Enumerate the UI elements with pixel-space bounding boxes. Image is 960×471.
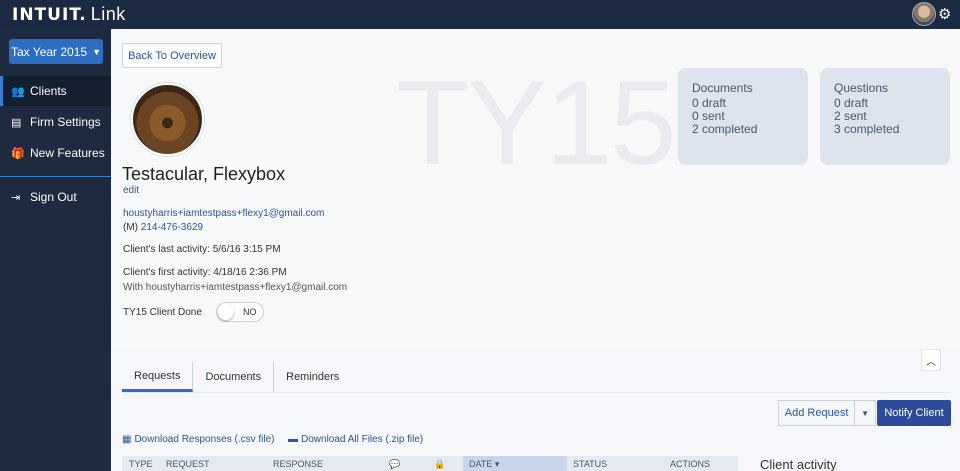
tab-documents[interactable]: Documents bbox=[193, 362, 275, 392]
table-icon: ▦ bbox=[122, 434, 132, 445]
comments-icon: 💬 bbox=[389, 459, 401, 469]
col-response[interactable]: RESPONSE bbox=[273, 459, 323, 469]
client-profile-panel: TY15 Back To Overview Testacular, Flexyb… bbox=[111, 29, 960, 347]
tax-year-watermark: TY15 bbox=[396, 56, 677, 190]
col-request[interactable]: REQUEST bbox=[166, 459, 210, 469]
tax-year-label: Tax Year 2015 bbox=[11, 44, 88, 59]
add-request-split-button: Add Request ▼ bbox=[778, 400, 876, 426]
col-date-label: DATE bbox=[469, 459, 493, 469]
chevron-up-icon: ︿ bbox=[926, 356, 936, 368]
phone-prefix: (M) bbox=[123, 222, 138, 233]
app-logo[interactable]: INTUIT. Link bbox=[12, 4, 126, 25]
download-files-label: Download All Files (.zip file) bbox=[301, 434, 424, 445]
caret-down-icon[interactable]: ▼ bbox=[854, 401, 875, 425]
sidebar-item-sign-out[interactable]: ⇥ Sign Out bbox=[0, 182, 111, 212]
card-title: Documents bbox=[692, 81, 753, 95]
download-responses-label: Download Responses (.csv file) bbox=[134, 434, 275, 445]
requests-table-header: TYPE REQUEST RESPONSE 💬 🔒 DATE ▾ STATUS … bbox=[122, 456, 738, 471]
main-content: TY15 Back To Overview Testacular, Flexyb… bbox=[111, 29, 960, 471]
client-name: Testacular, Flexybox bbox=[122, 164, 286, 184]
toggle-knob bbox=[218, 304, 234, 320]
col-actions: ACTIONS bbox=[670, 459, 711, 469]
sidebar-item-label: Clients bbox=[30, 84, 67, 98]
gear-icon[interactable]: ⚙ bbox=[938, 5, 951, 23]
sidebar-item-firm-settings[interactable]: ▤ Firm Settings bbox=[0, 107, 111, 137]
documents-completed: 2 completed bbox=[692, 122, 758, 136]
caret-down-icon: ▼ bbox=[92, 46, 101, 57]
questions-summary-card: Questions 0 draft 2 sent 3 completed bbox=[820, 68, 950, 165]
user-avatar[interactable] bbox=[912, 2, 936, 26]
col-type[interactable]: TYPE bbox=[129, 459, 153, 469]
gift-icon: 🎁 bbox=[11, 147, 25, 160]
building-icon: ▤ bbox=[11, 116, 22, 129]
col-date[interactable]: DATE ▾ bbox=[463, 456, 567, 471]
sort-down-icon: ▾ bbox=[494, 459, 500, 469]
client-email-link[interactable]: houstyharris+iamtestpass+flexy1@gmail.co… bbox=[123, 208, 324, 219]
sidebar-divider bbox=[0, 176, 111, 177]
client-phone-link[interactable]: 214-476-3629 bbox=[141, 222, 203, 233]
client-done-label: TY15 Client Done bbox=[123, 307, 202, 318]
app-name: Link bbox=[90, 4, 126, 24]
last-activity: Client's last activity: 5/6/16 3:15 PM bbox=[123, 244, 281, 255]
client-activity-title: Client activity bbox=[760, 457, 837, 471]
brand-name: INTUIT. bbox=[12, 5, 87, 25]
sidebar-item-label: Sign Out bbox=[30, 190, 77, 204]
sidebar-item-label: New Features bbox=[30, 146, 105, 160]
tab-requests[interactable]: Requests bbox=[122, 362, 194, 392]
top-navbar: INTUIT. Link ⚙ bbox=[0, 0, 960, 29]
card-title: Questions bbox=[834, 81, 889, 95]
sidebar: Tax Year 2015 ▼ 👥 Clients ▤ Firm Setting… bbox=[0, 29, 111, 471]
client-done-toggle[interactable]: NO bbox=[216, 302, 264, 322]
tabs-divider bbox=[122, 392, 949, 393]
questions-completed: 3 completed bbox=[834, 122, 900, 136]
sidebar-item-clients[interactable]: 👥 Clients bbox=[0, 76, 111, 106]
toggle-state: NO bbox=[243, 307, 257, 317]
edit-client-link[interactable]: edit bbox=[123, 185, 139, 196]
download-responses-link[interactable]: ▦ Download Responses (.csv file) bbox=[122, 434, 275, 445]
client-avatar bbox=[131, 83, 204, 156]
sidebar-item-new-features[interactable]: 🎁 New Features bbox=[0, 138, 111, 168]
first-activity: Client's first activity: 4/18/16 2:36 PM bbox=[123, 267, 287, 278]
back-to-overview-button[interactable]: Back To Overview bbox=[122, 43, 222, 68]
archive-icon: ▬ bbox=[288, 434, 298, 445]
activity-with-email: With houstyharris+iamtestpass+flexy1@gma… bbox=[123, 282, 348, 293]
sign-out-icon: ⇥ bbox=[11, 191, 21, 204]
sidebar-item-label: Firm Settings bbox=[30, 115, 101, 129]
col-status[interactable]: STATUS bbox=[573, 459, 607, 469]
request-tabs: Requests Documents Reminders bbox=[122, 362, 351, 392]
tax-year-dropdown[interactable]: Tax Year 2015 ▼ bbox=[9, 39, 103, 64]
notify-client-button[interactable]: Notify Client bbox=[877, 400, 951, 426]
tab-reminders[interactable]: Reminders bbox=[274, 362, 351, 392]
collapse-panel-button[interactable]: ︿ bbox=[921, 349, 941, 371]
download-files-link[interactable]: ▬ Download All Files (.zip file) bbox=[288, 434, 423, 445]
lock-icon: 🔒 bbox=[434, 459, 446, 469]
documents-summary-card: Documents 0 draft 0 sent 2 completed bbox=[678, 68, 808, 165]
add-request-button[interactable]: Add Request bbox=[779, 401, 854, 425]
users-icon: 👥 bbox=[11, 85, 25, 98]
client-phone: (M) 214-476-3629 bbox=[123, 222, 203, 233]
